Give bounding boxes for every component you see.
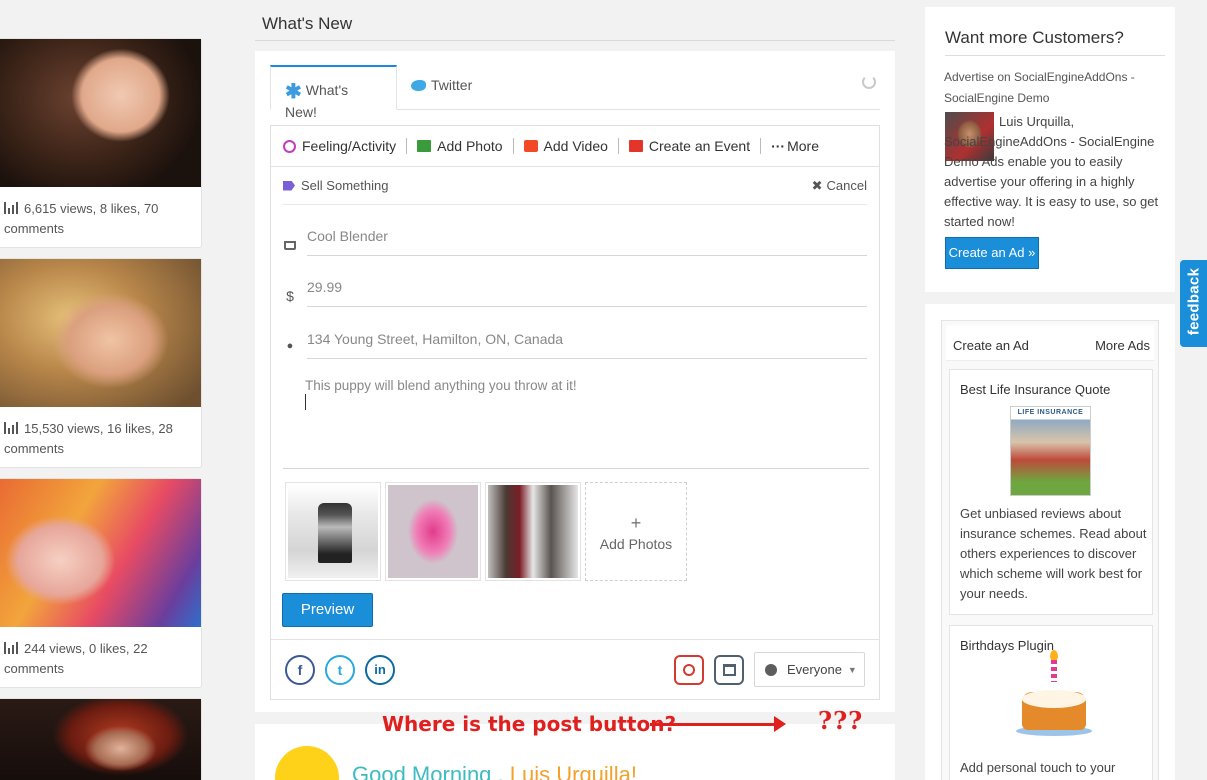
feedback-tab[interactable]: feedback (1180, 260, 1207, 347)
text-cursor (305, 394, 306, 410)
dollar-icon: $ (286, 288, 294, 304)
linkedin-share-toggle[interactable]: in (365, 655, 395, 685)
create-ad-link[interactable]: Create an Ad (953, 338, 1029, 353)
privacy-dropdown[interactable]: Everyone ▼ (754, 652, 865, 687)
location-input[interactable]: 134 Young Street, Hamilton, ON, Canada (307, 329, 867, 359)
twitter-bird-icon (411, 80, 426, 91)
basket-icon (283, 237, 297, 253)
widget-title: Want more Customers? (945, 28, 1165, 56)
uploaded-photo-thumbnail[interactable] (485, 482, 581, 581)
divider (617, 138, 619, 154)
ad-image[interactable]: LIFE INSURANCE (1010, 406, 1091, 496)
bar-chart-icon (4, 202, 20, 214)
refresh-icon[interactable] (862, 75, 876, 89)
photo-card: 244 views, 0 likes, 22 comments (0, 478, 202, 688)
annotation-question-marks: ??? (818, 706, 864, 735)
crosshair-icon (683, 664, 695, 676)
close-icon: ✖ (811, 177, 823, 193)
ad-description: Add personal touch to your (960, 760, 1116, 775)
chevron-down-icon: ▼ (847, 664, 857, 675)
add-photo-button[interactable]: Add Photo (417, 138, 503, 154)
bar-chart-icon (4, 422, 20, 434)
divider (512, 138, 514, 154)
location-field: ● 134 Young Street, Hamilton, ON, Canada (283, 315, 867, 361)
price-input[interactable]: 29.99 (307, 277, 867, 307)
divider (760, 138, 762, 154)
status-composer-box: ✱ What's New! Twitter Feeling/Activity Ad… (255, 51, 895, 712)
description-textarea[interactable]: This puppy will blend anything you throw… (305, 378, 577, 393)
annotation-text: Where is the post button? (382, 712, 677, 736)
ads-container: Create an Ad More Ads Best Life Insuranc… (941, 320, 1159, 780)
page-title: What's New (255, 6, 895, 41)
advertise-widget: Want more Customers? Advertise on Social… (925, 7, 1175, 292)
photo-stats: 6,615 views, 8 likes, 70 comments (4, 201, 159, 236)
tab-twitter[interactable]: Twitter (397, 65, 486, 110)
left-photo-column: 6,615 views, 8 likes, 70 comments 15,530… (0, 38, 202, 780)
divider (283, 468, 869, 469)
sell-something-header: Sell Something ✖ Cancel (283, 167, 867, 205)
sell-composer: Feeling/Activity Add Photo Add Video Cre… (270, 125, 880, 700)
uploaded-photo-thumbnail[interactable] (385, 482, 481, 581)
ad-description: Get unbiased reviews about insurance sch… (960, 506, 1147, 601)
globe-icon (765, 663, 777, 676)
twitter-share-toggle[interactable]: t (325, 655, 355, 685)
add-video-button[interactable]: Add Video (523, 138, 608, 154)
photo-thumbnail[interactable] (0, 699, 201, 780)
create-event-button[interactable]: Create an Event (628, 138, 750, 154)
photo-stats: 15,530 views, 16 likes, 28 comments (4, 421, 173, 456)
composer-footer: f t in Everyone ▼ (271, 639, 879, 699)
plus-icon: + (630, 513, 642, 533)
map-pin-icon: ● (286, 340, 294, 352)
cancel-button[interactable]: ✖ Cancel (812, 178, 867, 194)
more-ads-link[interactable]: More Ads (1095, 338, 1150, 353)
tab-whats-new[interactable]: ✱ What's New! (270, 65, 397, 120)
photo-card: 15,530 views, 16 likes, 28 comments (0, 258, 202, 468)
schedule-post-button[interactable] (714, 655, 744, 685)
composer-tabs: ✱ What's New! Twitter (270, 65, 880, 120)
create-ad-button[interactable]: Create an Ad » (945, 237, 1039, 269)
tag-icon (283, 180, 295, 191)
bar-chart-icon (4, 642, 20, 654)
ellipsis-icon: ··· (771, 138, 786, 154)
sun-icon (275, 746, 339, 780)
annotation-arrow (650, 716, 786, 732)
video-icon (523, 140, 538, 152)
price-field: $ 29.99 (283, 263, 867, 309)
preview-button[interactable]: Preview (282, 593, 373, 627)
photo-stats: 244 views, 0 likes, 22 comments (4, 641, 148, 676)
photo-thumbnail[interactable] (0, 259, 201, 407)
add-photos-button[interactable]: + Add Photos (585, 482, 687, 581)
product-name-input[interactable]: Cool Blender (307, 226, 867, 256)
ad-body-text: Luis Urquilla, SocialEngineAddOns - Soci… (944, 114, 1159, 229)
photo-card: 6,615 views, 8 likes, 70 comments (0, 38, 202, 248)
feeling-activity-button[interactable]: Feeling/Activity (283, 138, 396, 154)
ads-widget: Create an Ad More Ads Best Life Insuranc… (925, 304, 1175, 780)
facebook-share-toggle[interactable]: f (285, 655, 315, 685)
calendar-icon (628, 140, 643, 152)
calendar-icon (722, 664, 736, 676)
asterisk-icon: ✱ (285, 81, 302, 103)
photo-icon (417, 140, 432, 152)
photo-thumbnail[interactable] (0, 479, 201, 627)
photo-thumbnail[interactable] (0, 39, 201, 187)
ad-title[interactable]: Birthdays Plugin (960, 638, 1054, 653)
ad-card[interactable]: Best Life Insurance Quote LIFE INSURANCE… (949, 369, 1153, 615)
smiley-icon (283, 139, 296, 153)
ads-header: Create an Ad More Ads (946, 325, 1154, 361)
more-button[interactable]: ··· More (771, 138, 819, 154)
ad-card[interactable]: Birthdays Plugin Add personal touch to y… (949, 625, 1153, 780)
ad-subtitle: Advertise on SocialEngineAddOns - Social… (944, 70, 1135, 105)
target-audience-button[interactable] (674, 655, 704, 685)
greeting-text: Good Morning , Luis Urquilla! (352, 762, 637, 780)
product-name-field: Cool Blender (283, 212, 867, 258)
ad-title[interactable]: Best Life Insurance Quote (960, 382, 1110, 397)
composer-actions: Feeling/Activity Add Photo Add Video Cre… (271, 126, 879, 167)
birthday-cake-icon (1016, 650, 1092, 736)
photo-card (0, 698, 202, 780)
divider (406, 138, 408, 154)
uploaded-photo-thumbnail[interactable] (285, 482, 381, 581)
